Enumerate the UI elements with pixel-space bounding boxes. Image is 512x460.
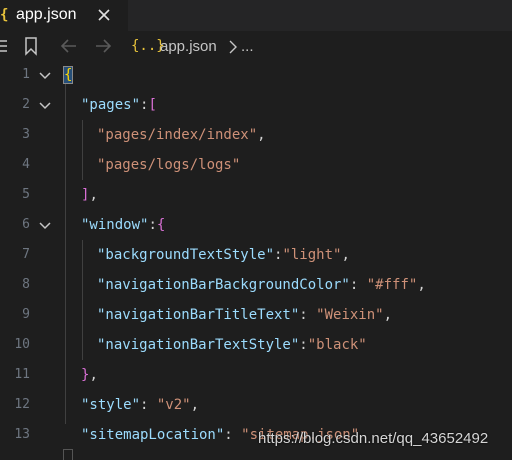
watermark: https://blog.csdn.net/qq_43652492 (258, 430, 489, 447)
tab-label: app.json (16, 6, 77, 23)
code-line: 5 ], (0, 180, 512, 210)
code-line: 7 "backgroundTextStyle":"light", (0, 240, 512, 270)
breadcrumb-more[interactable]: ... (241, 37, 254, 57)
back-arrow-icon[interactable] (59, 37, 79, 60)
bookmark-icon[interactable] (22, 36, 40, 61)
list-icon[interactable] (0, 37, 8, 60)
line-number: 13 (14, 427, 30, 442)
line-number: 5 (22, 187, 30, 202)
json-key: "pages" (81, 97, 141, 113)
comma: , (257, 127, 266, 143)
forward-arrow-icon[interactable] (93, 37, 113, 60)
line-number: 7 (22, 247, 30, 262)
colon: : (140, 397, 157, 413)
code-line: 4 "pages/logs/logs" (0, 150, 512, 180)
breadcrumb-file[interactable]: app.json (160, 37, 217, 57)
json-string: "black" (307, 337, 367, 353)
json-string: "pages/logs/logs" (97, 157, 241, 173)
json-file-icon: { (0, 7, 8, 23)
line-number: 6 (22, 217, 30, 232)
code-line: 8 "navigationBarBackgroundColor": "#fff"… (0, 270, 512, 300)
comma: , (341, 247, 350, 263)
line-number: 11 (14, 367, 30, 382)
json-string: "light" (282, 247, 342, 263)
colon: : (299, 307, 317, 323)
json-key: "sitemapLocation" (81, 427, 225, 443)
line-number: 4 (22, 157, 30, 172)
line-number: 12 (14, 397, 30, 412)
line-number: 3 (22, 127, 30, 142)
json-key: "window" (81, 217, 149, 233)
tab-bar: { app.json (0, 0, 512, 31)
line-number: 10 (14, 337, 30, 352)
json-string: "#fff" (366, 277, 418, 293)
line-number: 2 (22, 97, 30, 112)
json-key: "navigationBarBackgroundColor" (97, 277, 350, 293)
code-line: 11 }, (0, 360, 512, 390)
code-line: 10 "navigationBarTextStyle":"black" (0, 330, 512, 360)
brace-open: { (156, 217, 166, 233)
code-line: 3 "pages/index/index", (0, 120, 512, 150)
tab-app-json[interactable]: { app.json (0, 0, 128, 31)
chevron-down-icon[interactable] (38, 69, 52, 87)
brace-open: { (62, 66, 74, 84)
json-string: "Weixin" (316, 307, 384, 323)
code-line: 12 "style": "v2", (0, 390, 512, 420)
code-line: 6 "window":{ (0, 210, 512, 240)
comma: , (383, 307, 393, 323)
json-string: "v2" (156, 397, 191, 413)
comma: , (190, 397, 200, 413)
json-key: "navigationBarTitleText" (97, 307, 300, 323)
line-number: 1 (22, 67, 30, 82)
bracket-open: [ (148, 97, 157, 113)
json-key: "backgroundTextStyle" (97, 247, 275, 263)
colon: : (224, 427, 242, 443)
json-string: "pages/index/index" (97, 127, 258, 143)
chevron-right-icon (228, 40, 238, 59)
chevron-down-icon[interactable] (38, 99, 52, 117)
chevron-down-icon[interactable] (38, 219, 52, 237)
json-key: "navigationBarTextStyle" (97, 337, 300, 353)
json-key: "style" (81, 397, 141, 413)
colon: : (148, 217, 157, 233)
code-line: 2 "pages":[ (0, 90, 512, 120)
comma: , (89, 187, 98, 203)
comma: , (417, 277, 426, 293)
close-icon[interactable] (96, 5, 112, 25)
code-line: 9 "navigationBarTitleText": "Weixin", (0, 300, 512, 330)
line-number: 9 (22, 307, 30, 322)
colon: : (349, 277, 367, 293)
code-editor[interactable]: 1 { 2 "pages":[ 3 "pages/index/index", 4… (0, 60, 512, 459)
comma: , (89, 367, 98, 383)
colon: : (299, 337, 308, 353)
line-number: 8 (22, 277, 30, 292)
code-line: 1 { (0, 60, 512, 90)
closing-brace-partial (63, 449, 73, 460)
